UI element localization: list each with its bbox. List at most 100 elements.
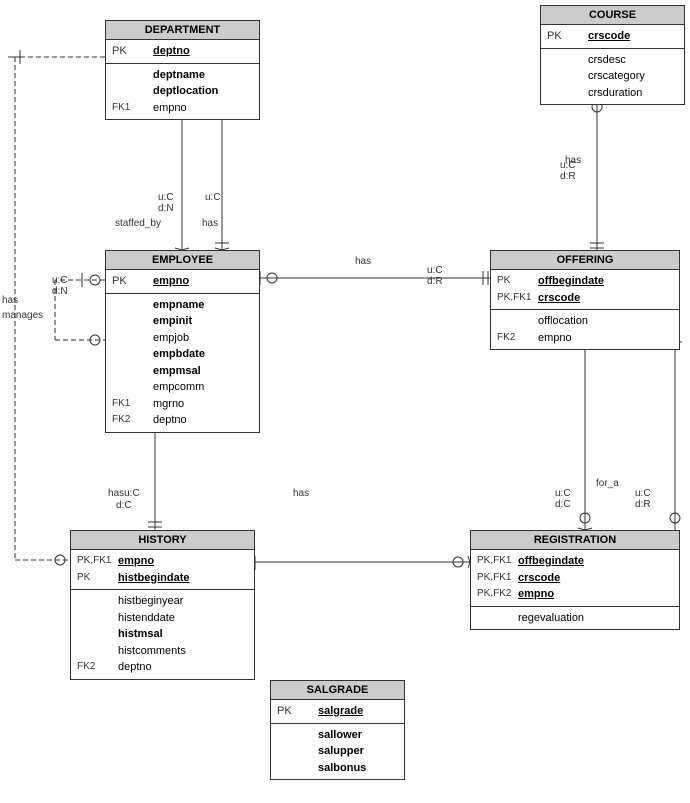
off-pk-label-0: PK: [497, 273, 532, 290]
offering-attr-section: offlocation FK2 empno: [491, 310, 679, 349]
reg-attr-label-0: [477, 610, 512, 627]
history-title: HISTORY: [71, 531, 254, 550]
salgrade-attr-section: sallower salupper salbonus: [271, 724, 404, 780]
sal-attr-label-1: [277, 743, 312, 760]
hist-attr-label-0: [77, 593, 112, 610]
sal-pk-label: PK: [277, 703, 312, 720]
card-uc-emp-off: u:C: [427, 265, 443, 276]
label-has-dept: has: [202, 218, 218, 229]
reg-attr-0: regevaluation: [518, 610, 584, 627]
sal-attr-0: sallower: [318, 727, 362, 744]
offering-pk-section: PK offbegindate PK,FK1 crscode: [491, 270, 679, 310]
card-dn-left: d:N: [52, 286, 68, 297]
course-attr-label-2: [547, 85, 582, 102]
reg-pk-field-1: crscode: [518, 570, 560, 587]
dept-attr-0: deptname: [153, 67, 205, 84]
course-attr-2: crsduration: [588, 85, 642, 102]
course-attr-0: crsdesc: [588, 52, 626, 69]
emp-pk-label: PK: [112, 273, 147, 290]
course-attr-label-1: [547, 68, 582, 85]
offering-title: OFFERING: [491, 251, 679, 270]
history-pk-section: PK,FK1 empno PK histbegindate: [71, 550, 254, 590]
hist-attr-label-3: [77, 643, 112, 660]
emp-attr-5: empcomm: [153, 379, 204, 396]
off-pk-label-1: PK,FK1: [497, 290, 532, 307]
off-pk-field-1: crscode: [538, 290, 580, 307]
course-pk-label: PK: [547, 28, 582, 45]
history-attr-section: histbeginyear histenddate histmsal histc…: [71, 590, 254, 679]
card-uc-course: u:C: [560, 160, 576, 171]
dept-attr-label-0: [112, 67, 147, 84]
dept-attr-label-2: FK1: [112, 100, 147, 117]
hist-pk-label-0: PK,FK1: [77, 553, 112, 570]
card-hasu-hist: hasu:C: [108, 488, 140, 499]
entity-salgrade: SALGRADE PK salgrade sallower salupper s…: [270, 680, 405, 780]
dept-attr-1: deptlocation: [153, 83, 218, 100]
hist-attr-label-4: FK2: [77, 659, 112, 676]
card-uc-staffed: u:C: [158, 192, 174, 203]
emp-attr-label-6: FK1: [112, 396, 147, 413]
hist-attr-1: histenddate: [118, 610, 175, 627]
label-has-emp-hist: has: [293, 488, 309, 499]
employee-title: EMPLOYEE: [106, 251, 259, 270]
dept-attr-2: empno: [153, 100, 187, 117]
card-uc-has-dept: u:C: [205, 192, 221, 203]
hist-attr-4: deptno: [118, 659, 152, 676]
employee-attr-section: empname empinit empjob empbdate empmsal …: [106, 294, 259, 432]
department-pk-section: PK deptno: [106, 40, 259, 64]
label-manages: manages: [2, 310, 43, 321]
erd-diagram: DEPARTMENT PK deptno deptname deptlocati…: [0, 0, 690, 803]
emp-attr-label-1: [112, 313, 147, 330]
off-attr-label-0: [497, 313, 532, 330]
salgrade-pk-section: PK salgrade: [271, 700, 404, 724]
emp-attr-0: empname: [153, 297, 204, 314]
label-has-left: has: [2, 295, 18, 306]
course-pk-field: crscode: [588, 28, 630, 45]
card-uc-left: u:C: [52, 275, 68, 286]
entity-employee: EMPLOYEE PK empno empname empinit empjob: [105, 250, 260, 433]
department-attr-section: deptname deptlocation FK1 empno: [106, 64, 259, 120]
reg-pk-field-0: offbegindate: [518, 553, 584, 570]
label-staffed-by: staffed_by: [115, 218, 161, 229]
hist-attr-2: histmsal: [118, 626, 163, 643]
hist-attr-3: histcomments: [118, 643, 186, 660]
course-title: COURSE: [541, 6, 684, 25]
hist-attr-label-2: [77, 626, 112, 643]
sal-attr-label-0: [277, 727, 312, 744]
hist-pk-field-0: empno: [118, 553, 154, 570]
emp-attr-label-7: FK2: [112, 412, 147, 429]
registration-title: REGISTRATION: [471, 531, 679, 550]
card-dr-course: d:R: [560, 171, 576, 182]
card-dn-staffed: d:N: [158, 203, 174, 214]
employee-pk-section: PK empno: [106, 270, 259, 294]
emp-pk-field: empno: [153, 273, 189, 290]
dept-attr-label-1: [112, 83, 147, 100]
hist-attr-label-1: [77, 610, 112, 627]
entity-offering: OFFERING PK offbegindate PK,FK1 crscode …: [490, 250, 680, 350]
sal-attr-2: salbonus: [318, 760, 366, 777]
course-attr-section: crsdesc crscategory crsduration: [541, 49, 684, 105]
reg-pk-field-2: empno: [518, 586, 554, 603]
dept-pk-label: PK: [112, 43, 147, 60]
emp-attr-label-4: [112, 363, 147, 380]
course-pk-section: PK crscode: [541, 25, 684, 49]
course-attr-label-0: [547, 52, 582, 69]
registration-pk-section: PK,FK1 offbegindate PK,FK1 crscode PK,FK…: [471, 550, 679, 607]
dept-pk-field: deptno: [153, 43, 190, 60]
hist-attr-0: histbeginyear: [118, 593, 183, 610]
card-dr-emp-off: d:R: [427, 276, 443, 287]
card-dc-hist: d:C: [116, 500, 132, 511]
emp-attr-label-5: [112, 379, 147, 396]
off-attr-label-1: FK2: [497, 330, 532, 347]
department-title: DEPARTMENT: [106, 21, 259, 40]
sal-attr-1: salupper: [318, 743, 364, 760]
card-uc-reg-right: u:C: [635, 488, 651, 499]
course-attr-1: crscategory: [588, 68, 645, 85]
emp-attr-1: empinit: [153, 313, 192, 330]
hist-pk-field-1: histbegindate: [118, 570, 190, 587]
off-pk-field-0: offbegindate: [538, 273, 604, 290]
emp-attr-2: empjob: [153, 330, 189, 347]
reg-pk-label-0: PK,FK1: [477, 553, 512, 570]
emp-attr-7: deptno: [153, 412, 187, 429]
reg-pk-label-1: PK,FK1: [477, 570, 512, 587]
